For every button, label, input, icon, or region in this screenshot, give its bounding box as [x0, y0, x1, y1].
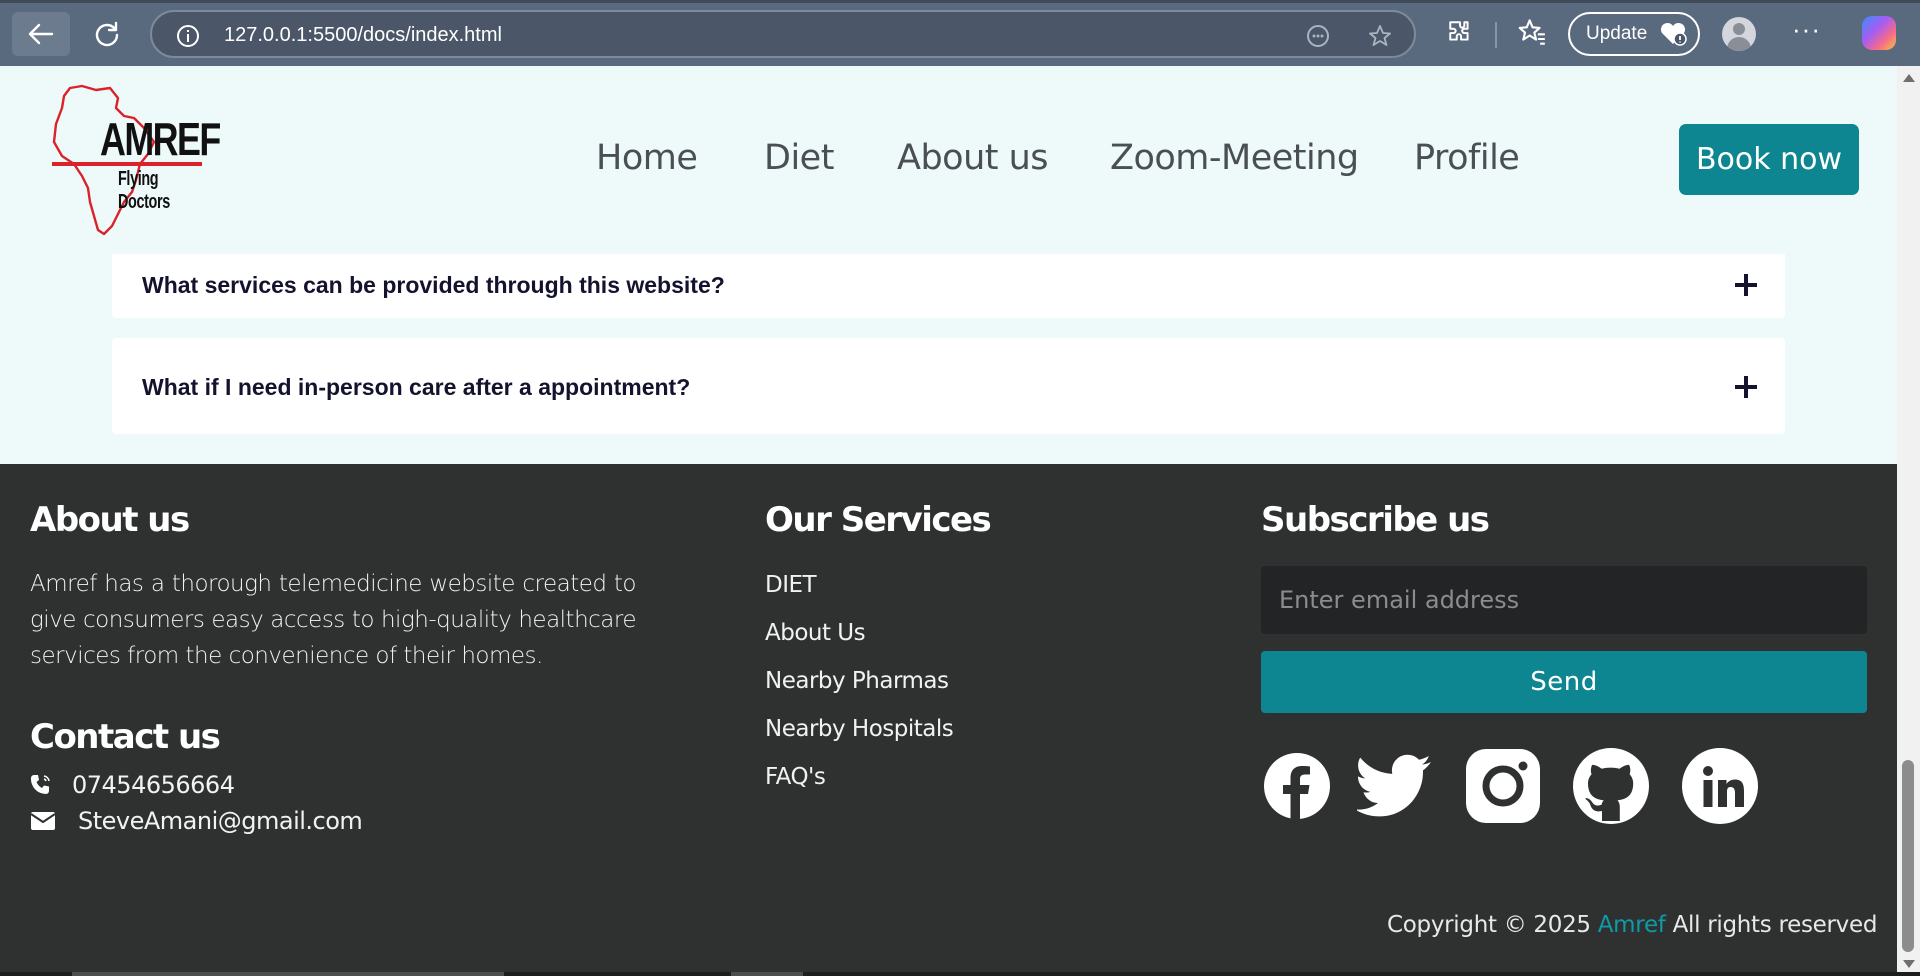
- copyright-prefix: Copyright © 2025: [1387, 912, 1598, 938]
- more-menu-button[interactable]: ···: [1792, 14, 1821, 45]
- extensions-icon[interactable]: [1444, 16, 1476, 48]
- service-link-nearby-pharmas[interactable]: Nearby Pharmas: [765, 668, 949, 694]
- copyright-brand[interactable]: Amref: [1598, 912, 1666, 938]
- email-field[interactable]: [1261, 566, 1867, 634]
- faq-question: What services can be provided through th…: [142, 272, 725, 298]
- nav-profile[interactable]: Profile: [1414, 138, 1520, 178]
- contact-email[interactable]: SteveAmani@gmail.com: [30, 807, 363, 835]
- scroll-up-arrow[interactable]: [1903, 74, 1915, 82]
- nav-diet[interactable]: Diet: [764, 138, 834, 178]
- phone-icon: [30, 775, 50, 795]
- site-footer: About us Amref has a thorough telemedici…: [0, 464, 1897, 976]
- site-header: AMREF Flying Doctors Home Diet About us …: [0, 66, 1897, 254]
- taskbar-strip: [0, 972, 1920, 976]
- service-link-about-us[interactable]: About Us: [765, 620, 866, 646]
- logo-title: AMREF: [100, 113, 221, 165]
- nav-zoom-meeting[interactable]: Zoom-Meeting: [1110, 138, 1359, 178]
- book-now-button[interactable]: Book now: [1679, 124, 1859, 195]
- about-heading: About us: [30, 500, 190, 540]
- twitter-icon[interactable]: [1356, 747, 1434, 825]
- service-link-diet[interactable]: DIET: [765, 572, 817, 598]
- linkedin-icon[interactable]: [1681, 747, 1759, 825]
- about-text: Amref has a thorough telemedicine websit…: [30, 571, 637, 669]
- page-viewport: What services can be provided through th…: [0, 66, 1897, 976]
- logo-subtitle: Flying Doctors: [118, 168, 170, 213]
- send-button[interactable]: Send: [1261, 651, 1867, 713]
- facebook-icon[interactable]: [1258, 747, 1336, 825]
- services-heading: Our Services: [765, 500, 992, 540]
- instagram-icon[interactable]: [1464, 747, 1542, 825]
- reload-icon: [95, 21, 119, 47]
- faq-question: What if I need in-person care after a ap…: [142, 374, 691, 400]
- heart-pulse-icon: [1661, 22, 1688, 46]
- page-scrollbar[interactable]: [1897, 66, 1920, 976]
- faq-item[interactable]: What if I need in-person care after a ap…: [112, 338, 1785, 434]
- update-button[interactable]: Update: [1568, 12, 1700, 56]
- address-bar[interactable]: 127.0.0.1:5500/docs/index.html: [150, 10, 1416, 58]
- info-icon[interactable]: [176, 24, 200, 48]
- browser-toolbar: 127.0.0.1:5500/docs/index.html Update ··…: [0, 0, 1920, 66]
- plus-icon[interactable]: [1735, 274, 1757, 296]
- contact-phone[interactable]: 07454656664: [30, 771, 235, 799]
- copyright-text: Copyright © 2025 Amref All rights reserv…: [1387, 912, 1877, 938]
- contact-heading: Contact us: [30, 717, 221, 757]
- profile-avatar[interactable]: [1722, 17, 1756, 51]
- github-icon[interactable]: [1572, 747, 1650, 825]
- star-icon[interactable]: [1368, 24, 1392, 48]
- toolbar-separator: [1495, 22, 1497, 48]
- service-link-nearby-hospitals[interactable]: Nearby Hospitals: [765, 716, 954, 742]
- update-label: Update: [1586, 23, 1648, 44]
- nav-home[interactable]: Home: [596, 138, 698, 178]
- subscribe-heading: Subscribe us: [1261, 500, 1490, 540]
- url-text[interactable]: 127.0.0.1:5500/docs/index.html: [224, 24, 502, 47]
- copilot-icon[interactable]: [1862, 16, 1896, 50]
- scroll-thumb[interactable]: [1902, 760, 1914, 952]
- read-aloud-icon[interactable]: [1306, 24, 1330, 48]
- email-address: SteveAmani@gmail.com: [78, 807, 363, 835]
- amref-logo[interactable]: AMREF Flying Doctors: [52, 84, 221, 236]
- arrow-left-icon: [28, 23, 54, 45]
- plus-icon[interactable]: [1735, 376, 1757, 398]
- service-link-faqs[interactable]: FAQ's: [765, 764, 826, 790]
- nav-about-us[interactable]: About us: [897, 138, 1049, 178]
- back-button[interactable]: [12, 12, 70, 56]
- envelope-icon: [30, 812, 56, 830]
- phone-number: 07454656664: [72, 771, 235, 799]
- favorites-icon[interactable]: [1516, 16, 1548, 48]
- scroll-down-arrow[interactable]: [1903, 960, 1915, 968]
- copyright-suffix: All rights reserved: [1665, 912, 1878, 938]
- reload-button[interactable]: [78, 12, 136, 56]
